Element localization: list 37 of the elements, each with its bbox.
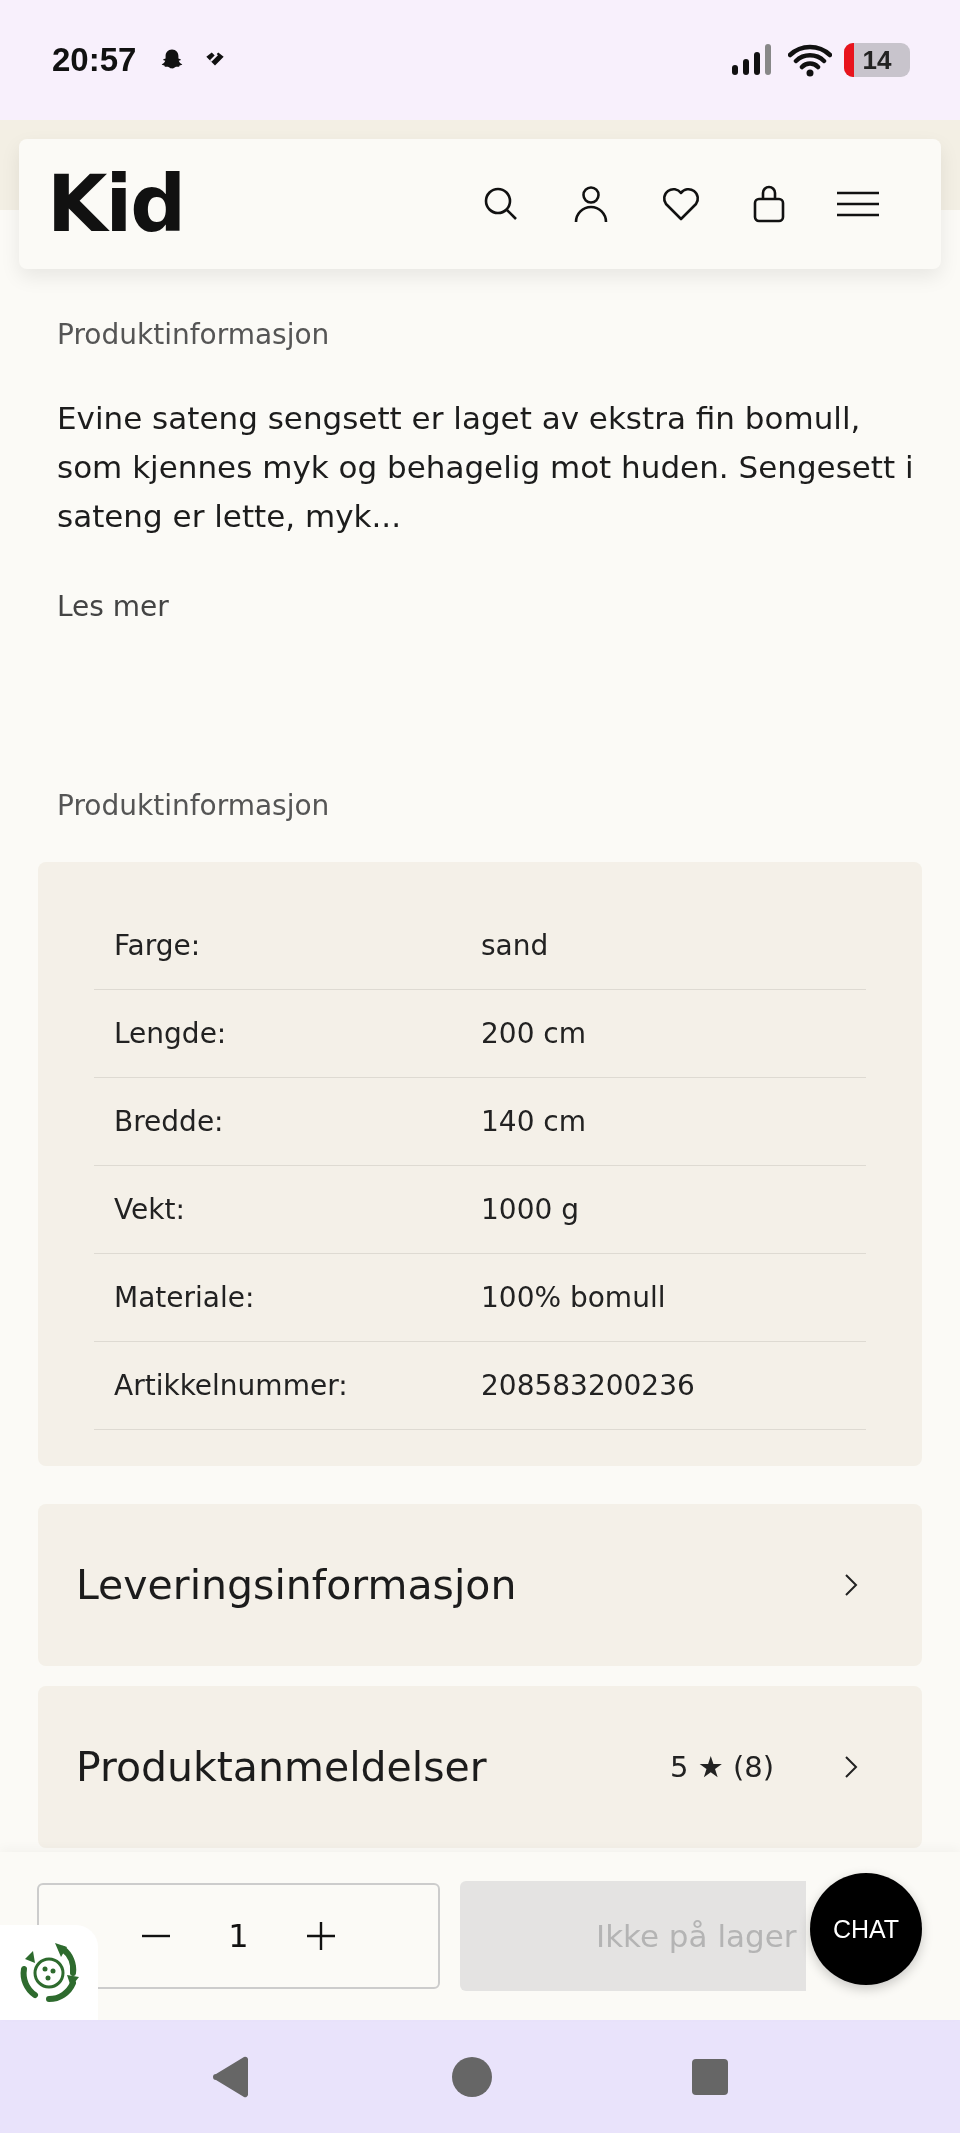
accordion-row[interactable]: Leveringsinformasjon [38, 1504, 922, 1666]
chat-button[interactable]: CHAT [810, 1873, 922, 1985]
bag-icon[interactable] [753, 185, 785, 223]
recents-icon[interactable] [692, 2058, 728, 2095]
spec-label: Lengde: [114, 1017, 228, 1050]
minus-icon[interactable] [142, 1934, 171, 1938]
read-more-link[interactable]: Les mer [57, 590, 169, 623]
battery-icon: 14 [844, 43, 910, 77]
accordion-row[interactable]: Produktanmeldelser 5 ★ (8) [38, 1686, 922, 1848]
accordion-title: Leveringsinformasjon [76, 1561, 518, 1609]
rating-summary: 5 ★ (8) [670, 1750, 774, 1784]
spec-value: 140 cm [481, 1105, 586, 1138]
quantity-value: 1 [228, 1917, 249, 1955]
spec-value: 1000 g [481, 1193, 579, 1226]
plus-icon[interactable] [306, 1922, 335, 1950]
logo[interactable]: Kid [47, 165, 184, 243]
spec-value: 200 cm [481, 1017, 586, 1050]
wifi-icon [788, 43, 832, 77]
accordion-title: Produktanmeldelser [76, 1743, 488, 1791]
spec-label: Materiale: [114, 1281, 256, 1314]
chevron-right-icon [844, 1573, 858, 1597]
home-icon[interactable] [452, 2056, 492, 2097]
spec-label: Bredde: [114, 1105, 225, 1138]
spec-label: Farge: [114, 929, 202, 962]
spec-value: 208583200236 [481, 1369, 695, 1402]
spec-value: sand [481, 929, 549, 962]
spec-label: Vekt: [114, 1193, 186, 1226]
recycle-badge[interactable] [0, 1925, 98, 2020]
menu-icon[interactable] [837, 190, 879, 218]
section-heading: Produktinformasjon [56, 789, 331, 822]
chevron-right-icon [844, 1755, 858, 1779]
status-time: 20:57 [52, 41, 137, 79]
section-heading: Produktinformasjon [56, 318, 331, 351]
user-icon[interactable] [573, 184, 609, 224]
spec-label: Artikkelnummer: [114, 1369, 349, 1402]
spec-value: 100% bomull [481, 1281, 666, 1314]
product-description: Evine sateng sengsett er laget av ekstra fin bomull, som kjennes myk og behagelig mot huden. Sengesett i sateng er lette, myk... [57, 399, 915, 536]
